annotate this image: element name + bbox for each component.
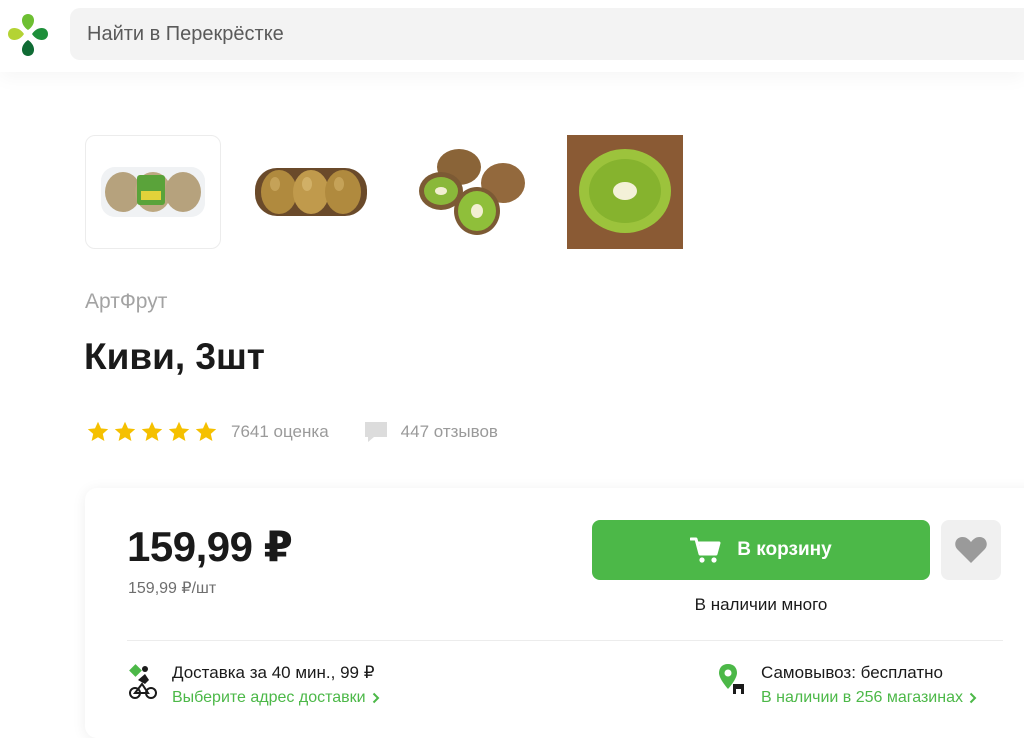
chevron-right-icon [969, 692, 977, 704]
search-placeholder: Найти в Перекрёстке [87, 22, 284, 45]
search-input[interactable]: Найти в Перекрёстке [70, 8, 1024, 60]
pickup-option: Самовывоз: бесплатно В наличии в 256 маг… [717, 662, 977, 707]
product-price: 159,99 ₽ [127, 523, 293, 570]
unit-price: 159,99 ₽/шт [128, 580, 217, 597]
thumbnail-packaged[interactable] [85, 135, 221, 249]
product-title: Киви, 3шт [84, 336, 265, 377]
delivery-title: Доставка за 40 мин., 99 ₽ [172, 663, 375, 682]
purchase-card: 159,99 ₽ 159,99 ₽/шт В корзину В наличии… [85, 488, 1024, 738]
store-pin-icon [719, 664, 744, 694]
delivery-option: Доставка за 40 мин., 99 ₽ Выберите адрес… [128, 662, 380, 707]
kiwi-halves-image [419, 149, 525, 235]
delivery-address-link[interactable]: Выберите адрес доставки [172, 689, 380, 707]
star-icon [141, 421, 163, 441]
rating-count[interactable]: 7641 оценка [231, 422, 329, 442]
thumbnail-halves[interactable] [402, 135, 538, 249]
star-icon [168, 421, 190, 441]
heart-icon [955, 537, 987, 563]
reviews-count[interactable]: 447 отзывов [401, 422, 498, 442]
stock-status: В наличии много [694, 595, 828, 614]
rating-stars [86, 420, 218, 444]
pickup-stores-link[interactable]: В наличии в 256 магазинах [761, 689, 977, 707]
star-icon [195, 421, 217, 441]
cart-icon [690, 537, 721, 563]
top-header: Найти в Перекрёстке [0, 0, 1024, 72]
thumbnail-slice[interactable] [557, 135, 693, 249]
comment-icon [364, 422, 387, 442]
courier-bike-icon [129, 664, 157, 699]
kiwi-packaged-image [101, 167, 205, 217]
star-icon [87, 421, 109, 441]
product-rating: 7641 оценка 447 отзывов [86, 418, 498, 446]
logo-icon[interactable] [4, 10, 52, 60]
kiwi-tray-image [255, 168, 367, 216]
cart-button-label: В корзину [737, 539, 832, 560]
delivery-link-label: Выберите адрес доставки [172, 689, 366, 706]
pickup-link-label: В наличии в 256 магазинах [761, 689, 963, 706]
kiwi-slice-image [567, 135, 683, 249]
divider [127, 640, 1003, 641]
star-icon [114, 421, 136, 441]
chevron-right-icon [372, 692, 379, 704]
add-to-cart-button[interactable]: В корзину [592, 520, 930, 580]
pickup-title: Самовывоз: бесплатно [761, 663, 943, 682]
favorite-button[interactable] [941, 520, 1001, 580]
product-brand[interactable]: АртФрут [85, 290, 167, 314]
thumbnail-tray[interactable] [243, 135, 379, 249]
